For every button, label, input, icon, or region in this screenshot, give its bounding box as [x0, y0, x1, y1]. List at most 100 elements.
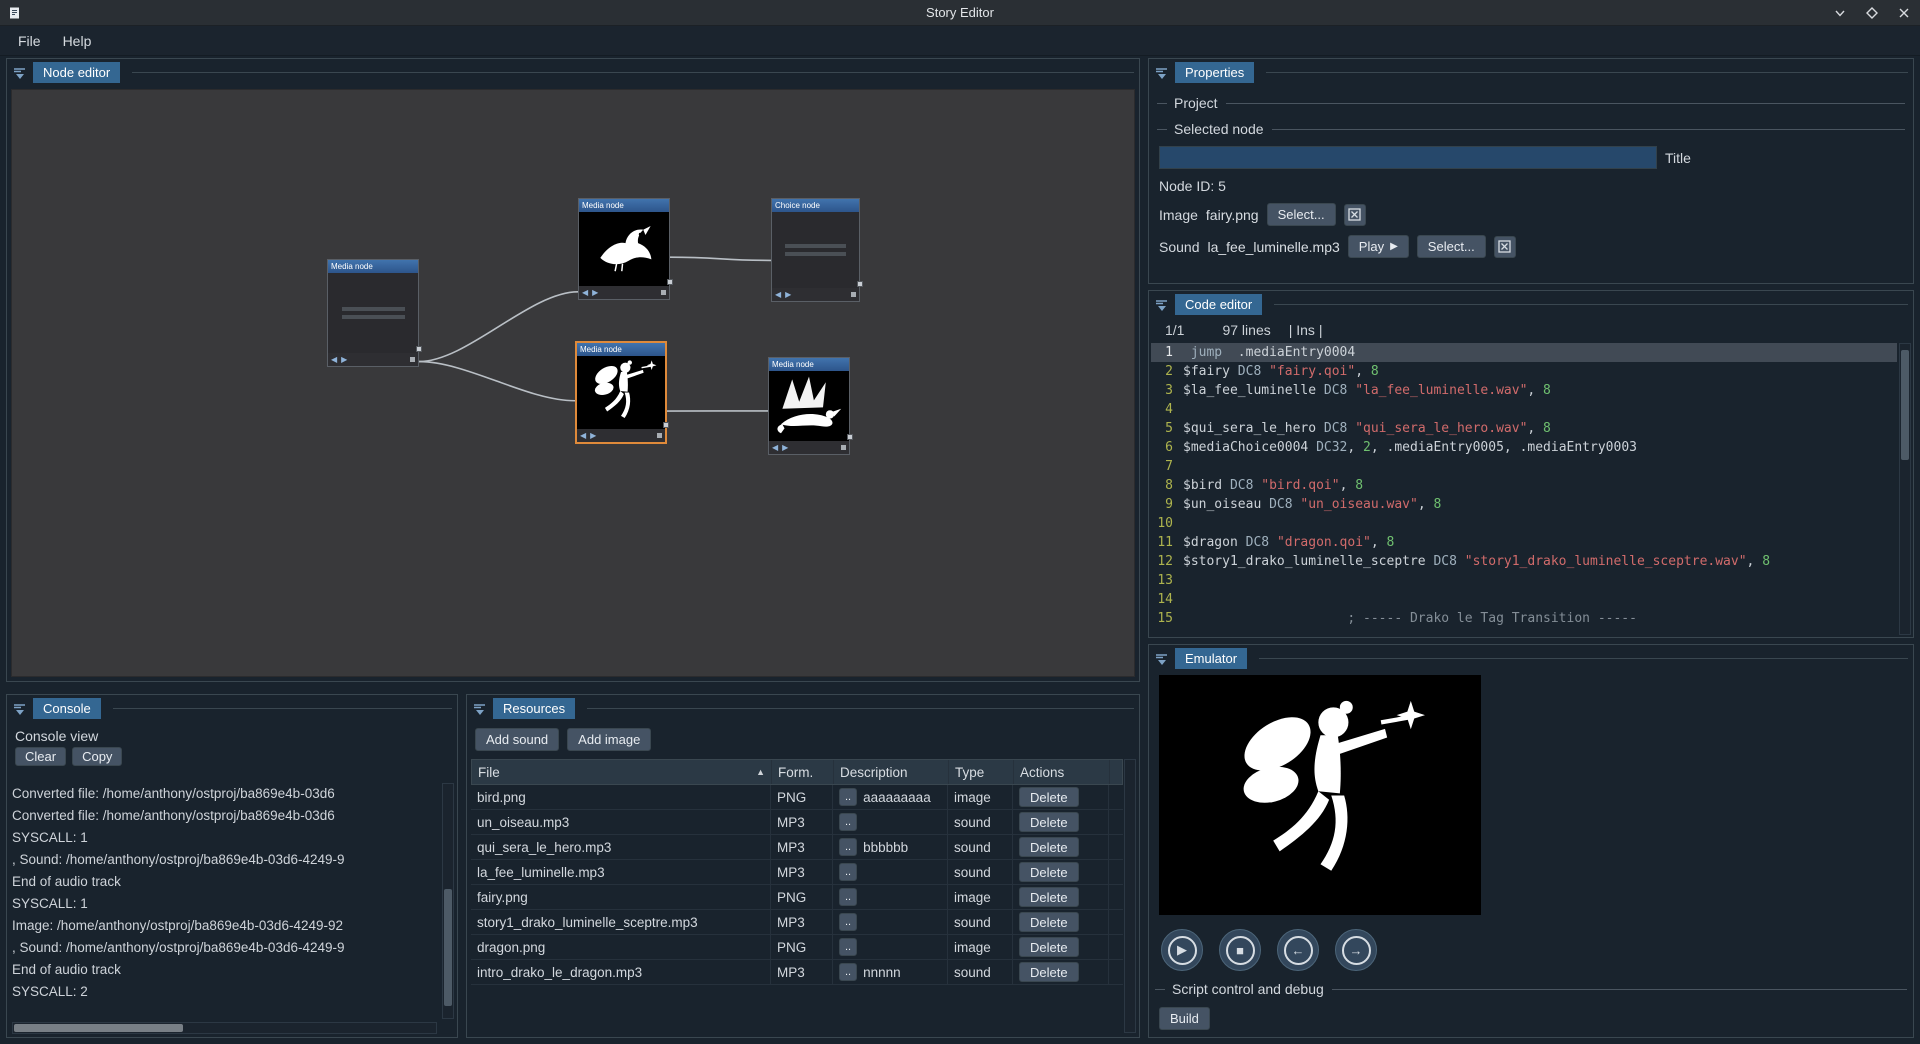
- column-header-description[interactable]: Description: [834, 760, 949, 784]
- title-input[interactable]: [1159, 146, 1657, 169]
- prev-frame-icon[interactable]: ◀: [331, 355, 337, 364]
- stop-button[interactable]: ■: [1219, 929, 1261, 971]
- build-button[interactable]: Build: [1159, 1007, 1210, 1030]
- panel-collapse-icon[interactable]: [472, 701, 487, 716]
- console-h-scrollbar[interactable]: [12, 1022, 437, 1034]
- code-text-area[interactable]: 1 jump .mediaEntry00042$fairy DC8 "fairy…: [1151, 343, 1897, 629]
- panel-collapse-icon[interactable]: [1154, 65, 1169, 80]
- clear-button[interactable]: Clear: [15, 747, 66, 766]
- tab-resources[interactable]: Resources: [493, 698, 575, 719]
- node-pin: [661, 290, 666, 295]
- step-forward-button[interactable]: →: [1335, 929, 1377, 971]
- node-fairy[interactable]: Media node ◀▶: [575, 341, 667, 444]
- delete-button[interactable]: Delete: [1019, 862, 1079, 882]
- tab-node-editor[interactable]: Node editor: [33, 62, 120, 83]
- menu-help[interactable]: Help: [53, 29, 102, 53]
- tab-properties[interactable]: Properties: [1175, 62, 1254, 83]
- tab-code-editor[interactable]: Code editor: [1175, 294, 1262, 315]
- next-frame-icon[interactable]: ▶: [590, 431, 596, 440]
- panel-collapse-icon[interactable]: [1154, 651, 1169, 666]
- line-count: 97 lines: [1222, 322, 1270, 338]
- node-output-pin[interactable]: [663, 422, 669, 428]
- image-clear-button[interactable]: [1344, 204, 1366, 226]
- next-frame-icon[interactable]: ▶: [782, 443, 788, 452]
- scrollbar-thumb[interactable]: [444, 889, 452, 1006]
- tab-console[interactable]: Console: [33, 698, 101, 719]
- delete-button[interactable]: Delete: [1019, 812, 1079, 832]
- play-sound-button[interactable]: Play ▶: [1348, 235, 1409, 258]
- column-header-file[interactable]: File▲: [472, 760, 772, 784]
- minimize-button[interactable]: [1824, 1, 1856, 25]
- node-choice[interactable]: Choice node◀▶: [771, 198, 860, 302]
- table-row[interactable]: la_fee_luminelle.mp3MP3..soundDelete: [471, 860, 1123, 885]
- tab-emulator[interactable]: Emulator: [1175, 648, 1247, 669]
- edit-description-button[interactable]: ..: [839, 913, 857, 931]
- table-row[interactable]: un_oiseau.mp3MP3..soundDelete: [471, 810, 1123, 835]
- sound-value: la_fee_luminelle.mp3: [1207, 239, 1339, 255]
- edit-description-button[interactable]: ..: [839, 938, 857, 956]
- prev-frame-icon[interactable]: ◀: [582, 288, 588, 297]
- code-line: 7: [1151, 457, 1897, 476]
- delete-button[interactable]: Delete: [1019, 962, 1079, 982]
- node-output-pin[interactable]: [857, 281, 863, 287]
- panel-collapse-icon[interactable]: [1154, 297, 1169, 312]
- table-row[interactable]: dragon.pngPNG..imageDelete: [471, 935, 1123, 960]
- node-text-row: [342, 315, 405, 319]
- node-canvas[interactable]: Media node◀▶Media node ◀▶Choice node◀▶Me…: [11, 89, 1135, 677]
- play-button[interactable]: ▶: [1161, 929, 1203, 971]
- column-header-form[interactable]: Form.: [772, 760, 834, 784]
- prev-frame-icon[interactable]: ◀: [772, 443, 778, 452]
- table-row[interactable]: qui_sera_le_hero.mp3MP3..bbbbbbsoundDele…: [471, 835, 1123, 860]
- delete-button[interactable]: Delete: [1019, 787, 1079, 807]
- menu-file[interactable]: File: [8, 29, 51, 53]
- node-output-pin[interactable]: [847, 434, 853, 440]
- add-image-button[interactable]: Add image: [567, 728, 651, 751]
- next-frame-icon[interactable]: ▶: [341, 355, 347, 364]
- panel-collapse-icon[interactable]: [12, 65, 27, 80]
- console-v-scrollbar[interactable]: [442, 783, 454, 1019]
- next-frame-icon[interactable]: ▶: [785, 290, 791, 299]
- group-selected-node-label: Selected node: [1174, 121, 1264, 137]
- node-output-pin[interactable]: [416, 346, 422, 352]
- node-dragon[interactable]: Media node ◀▶: [768, 357, 850, 455]
- panel-collapse-icon[interactable]: [12, 701, 27, 716]
- delete-button[interactable]: Delete: [1019, 912, 1079, 932]
- next-frame-icon[interactable]: ▶: [592, 288, 598, 297]
- table-row[interactable]: fairy.pngPNG..imageDelete: [471, 885, 1123, 910]
- file-cell: bird.png: [471, 785, 771, 809]
- copy-button[interactable]: Copy: [72, 747, 122, 766]
- file-cell: fairy.png: [471, 885, 771, 909]
- column-header-type[interactable]: Type: [949, 760, 1014, 784]
- sound-select-button[interactable]: Select...: [1417, 235, 1486, 258]
- delete-button[interactable]: Delete: [1019, 837, 1079, 857]
- maximize-button[interactable]: [1856, 1, 1888, 25]
- step-back-button[interactable]: ←: [1277, 929, 1319, 971]
- console-output[interactable]: Converted file: /home/anthony/ostproj/ba…: [12, 783, 437, 1019]
- edit-description-button[interactable]: ..: [839, 963, 857, 981]
- edit-description-button[interactable]: ..: [839, 813, 857, 831]
- code-scrollbar[interactable]: [1899, 343, 1911, 635]
- table-row[interactable]: story1_drako_luminelle_sceptre.mp3MP3..s…: [471, 910, 1123, 935]
- edit-description-button[interactable]: ..: [839, 863, 857, 881]
- resources-scrollbar[interactable]: [1124, 759, 1136, 1033]
- scrollbar-thumb[interactable]: [14, 1024, 183, 1032]
- add-sound-button[interactable]: Add sound: [475, 728, 559, 751]
- scrollbar-thumb[interactable]: [1901, 350, 1909, 460]
- prev-frame-icon[interactable]: ◀: [580, 431, 586, 440]
- delete-button[interactable]: Delete: [1019, 937, 1079, 957]
- node-output-pin[interactable]: [667, 279, 673, 285]
- edit-description-button[interactable]: ..: [839, 888, 857, 906]
- edit-description-button[interactable]: ..: [839, 838, 857, 856]
- node-entry[interactable]: Media node◀▶: [327, 259, 419, 367]
- table-row[interactable]: intro_drako_le_dragon.mp3MP3..nnnnnsound…: [471, 960, 1123, 985]
- sound-clear-button[interactable]: [1494, 236, 1516, 258]
- column-header-actions[interactable]: Actions: [1014, 760, 1110, 784]
- prev-frame-icon[interactable]: ◀: [775, 290, 781, 299]
- image-select-button[interactable]: Select...: [1267, 203, 1336, 226]
- close-button[interactable]: [1888, 1, 1920, 25]
- edit-description-button[interactable]: ..: [839, 788, 857, 806]
- table-row[interactable]: bird.pngPNG..aaaaaaaaaimageDelete: [471, 785, 1123, 810]
- delete-button[interactable]: Delete: [1019, 887, 1079, 907]
- actions-cell: Delete: [1013, 785, 1109, 809]
- node-bird[interactable]: Media node ◀▶: [578, 198, 670, 300]
